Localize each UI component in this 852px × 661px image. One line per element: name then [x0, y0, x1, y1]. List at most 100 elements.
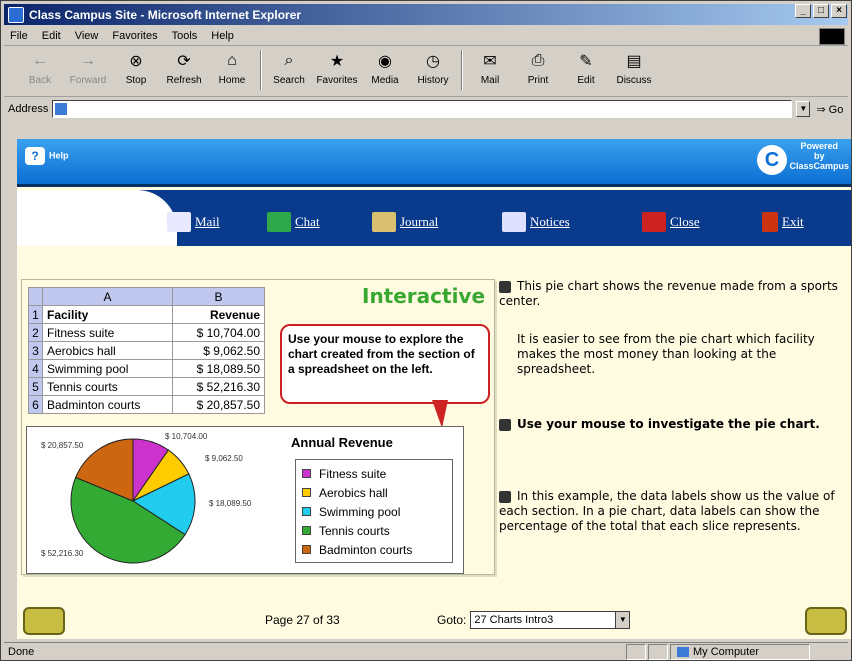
cell: Swimming pool: [42, 359, 173, 378]
discuss-button[interactable]: ▤ Discuss: [610, 50, 658, 94]
maximize-button[interactable]: □: [813, 4, 829, 18]
status-pane: [648, 643, 668, 660]
goto-select[interactable]: 27 Charts Intro3 ▼: [470, 611, 631, 629]
cell: Fitness suite: [42, 323, 173, 342]
site-header: ? Help C Powered by ClassCampus: [17, 139, 851, 187]
help-link[interactable]: ? Help: [25, 147, 69, 165]
table-row: 5 Tennis courts $ 52,216.30: [28, 377, 265, 396]
speaker-icon[interactable]: [499, 490, 511, 503]
refresh-button[interactable]: ⟳ Refresh: [160, 50, 208, 94]
cell: $ 20,857.50: [172, 395, 265, 414]
explanation-2: It is easier to see from the pie chart w…: [517, 332, 815, 376]
search-icon: ⌕: [284, 52, 294, 69]
address-input[interactable]: [52, 100, 793, 118]
column-header: A: [42, 287, 173, 306]
legend-item: Swimming pool: [302, 502, 446, 521]
row-number: 3: [28, 341, 43, 360]
table-row: 3 Aerobics hall $ 9,062.50: [28, 341, 265, 360]
search-button[interactable]: ⌕ Search: [265, 50, 313, 94]
print-button[interactable]: ⎙ Print: [514, 50, 562, 94]
table-row: A B: [28, 287, 265, 306]
history-button[interactable]: ◷ History: [409, 50, 457, 94]
book-icon: [642, 212, 666, 232]
chart-legend: Fitness suite Aerobics hall Swimming poo…: [295, 459, 453, 563]
nav-notices[interactable]: Notices: [502, 212, 570, 232]
close-window-button[interactable]: ×: [831, 4, 847, 18]
address-bar: Address ▼ ⇒ Go: [4, 98, 848, 120]
edit-icon: ✎: [579, 53, 593, 70]
nav-mail[interactable]: Mail: [167, 212, 220, 232]
minimize-button[interactable]: _: [795, 4, 811, 18]
toolbar: ← Back → Forward ⊗ Stop ⟳ Refresh ⌂ Home ⌕ Sea…: [4, 47, 848, 97]
goto-control: Goto: 27 Charts Intro3 ▼: [437, 611, 631, 629]
classcampus-logo-icon: C: [757, 145, 787, 175]
status-pane: [626, 643, 646, 660]
legend-swatch: [302, 545, 311, 554]
cell: $ 9,062.50: [172, 341, 265, 360]
legend-item: Badminton courts: [302, 540, 446, 559]
data-label: $ 9,062.50: [205, 454, 243, 463]
menu-tools[interactable]: Tools: [172, 30, 198, 42]
menu-file[interactable]: File: [10, 30, 28, 42]
back-button[interactable]: ← Back: [16, 50, 64, 94]
favorites-button[interactable]: ★ Favorites: [313, 50, 361, 94]
chart-title: Annual Revenue: [291, 435, 393, 450]
legend-item: Aerobics hall: [302, 483, 446, 502]
data-label: $ 20,857.50: [41, 441, 84, 450]
menu-view[interactable]: View: [75, 30, 99, 42]
favorites-icon: ★: [329, 53, 345, 70]
cell: Facility: [42, 305, 173, 324]
pie-chart-box[interactable]: Annual Revenue Fitness suite Aerobics ha…: [26, 426, 464, 574]
corner-cell: [28, 287, 43, 306]
cell: $ 52,216.30: [172, 377, 265, 396]
door-icon: [762, 212, 778, 232]
go-button[interactable]: ⇒ Go: [816, 103, 843, 116]
edit-button[interactable]: ✎ Edit: [562, 50, 610, 94]
cell: Aerobics hall: [42, 341, 173, 360]
nav-exit[interactable]: Exit: [762, 212, 804, 232]
speaker-icon[interactable]: [499, 280, 511, 293]
cell: Badminton courts: [42, 395, 173, 414]
windows-logo-icon: [819, 28, 845, 45]
window-controls: _ □ ×: [795, 4, 847, 18]
explanation-3: Use your mouse to investigate the pie ch…: [499, 417, 849, 432]
forward-button[interactable]: → Forward: [64, 50, 112, 94]
row-number: 5: [28, 377, 43, 396]
nav-corner: [17, 190, 177, 246]
nav-close[interactable]: Close: [642, 212, 700, 232]
row-number: 4: [28, 359, 43, 378]
home-button[interactable]: ⌂ Home: [208, 50, 256, 94]
nav-journal[interactable]: Journal: [372, 212, 438, 232]
speaker-icon[interactable]: [499, 418, 511, 431]
window-title: Class Campus Site - Microsoft Internet E…: [29, 7, 302, 22]
cell: $ 18,089.50: [172, 359, 265, 378]
menu-edit[interactable]: Edit: [42, 30, 61, 42]
menu-favorites[interactable]: Favorites: [112, 30, 157, 42]
page-navigation: Page 27 of 33 Goto: 27 Charts Intro3 ▼: [17, 601, 851, 639]
row-number: 6: [28, 395, 43, 414]
spreadsheet: A B 1 Facility Revenue 2 Fitness suite $…: [28, 287, 265, 414]
print-icon: ⎙: [531, 52, 545, 69]
address-label: Address: [8, 103, 49, 115]
legend-swatch: [302, 526, 311, 535]
row-number: 1: [28, 305, 43, 324]
cell: $ 10,704.00: [172, 323, 265, 342]
stop-icon: ⊗: [129, 53, 143, 70]
next-page-arrow-icon[interactable]: [805, 607, 847, 635]
cell: Tennis courts: [42, 377, 173, 396]
spreadsheet-panel: A B 1 Facility Revenue 2 Fitness suite $…: [21, 279, 495, 575]
address-dropdown[interactable]: ▼: [796, 101, 811, 117]
title-bar: Class Campus Site - Microsoft Internet E…: [4, 4, 848, 25]
menu-help[interactable]: Help: [211, 30, 234, 42]
previous-page-arrow-icon[interactable]: [23, 607, 65, 635]
nav-chat[interactable]: Chat: [267, 212, 320, 232]
discuss-icon: ▤: [626, 53, 642, 70]
interactive-label: Interactive: [362, 284, 486, 308]
stop-button[interactable]: ⊗ Stop: [112, 50, 160, 94]
pencil-icon: [372, 212, 396, 232]
legend-swatch: [302, 488, 311, 497]
media-button[interactable]: ◉ Media: [361, 50, 409, 94]
mail-icon: ✉: [483, 53, 497, 70]
explanation-1: This pie chart shows the revenue made fr…: [499, 279, 838, 308]
mail-button[interactable]: ✉ Mail: [466, 50, 514, 94]
